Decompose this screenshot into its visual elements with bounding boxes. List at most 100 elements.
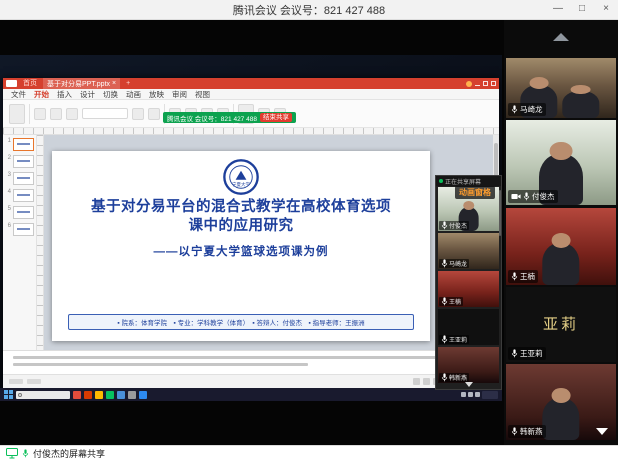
view-normal-icon (413, 378, 420, 385)
paste-icon (9, 104, 25, 124)
participant-sidebar: 马崎龙 付俊杰 王楠 亚莉 (504, 20, 618, 445)
bottom-status-bar: 付俊杰的屏幕共享 (0, 445, 618, 460)
meeting-window: 腾讯会议 会议号：821 427 488 — □ × 首页 基于对分易PPT.p… (0, 0, 618, 460)
slide-preview (13, 155, 34, 168)
wps-menu-insert: 插入 (57, 89, 72, 100)
slide-thumbnail: 5 (5, 206, 34, 219)
overlay-video-tile: 马崎龙 (438, 233, 499, 269)
windows-start-icon (4, 390, 13, 399)
toolbar-icon (50, 108, 62, 120)
floating-meeting-panel: 正在共享屏幕 付俊杰 马崎龙 (435, 175, 502, 390)
camera-icon (511, 193, 521, 200)
overlay-video-tile: 王楠 (438, 271, 499, 307)
wps-minimize-icon (475, 85, 480, 86)
slide-number: 5 (5, 206, 11, 212)
participant-name-label: 韩新燕 (508, 425, 546, 438)
scroll-down-arrow[interactable] (596, 428, 608, 435)
participant-tile-wangnan[interactable]: 王楠 (506, 208, 616, 285)
search-icon (18, 393, 22, 397)
stop-sharing-button: 结束共享 (260, 113, 292, 122)
taskbar-app-icon (117, 391, 125, 399)
slide-preview (13, 138, 34, 151)
floating-panel-header: 正在共享屏幕 (436, 176, 501, 186)
status-language (27, 379, 41, 384)
wps-user-avatar (466, 81, 472, 87)
slide-preview (13, 172, 34, 185)
slide-thumbnail: 6 (5, 223, 34, 236)
overlay-video-tile: 韩新燕 (438, 347, 499, 383)
vertical-ruler (37, 135, 44, 350)
participant-tile-hanxinyan[interactable]: 韩新燕 (506, 364, 616, 440)
taskbar-app-icon (73, 391, 81, 399)
participant-name-label: 王亚莉 (508, 347, 546, 360)
maximize-button[interactable]: □ (570, 0, 594, 19)
tray-clock (482, 391, 498, 399)
wps-document-tab-title: 基于对分易PPT.pptx (47, 79, 110, 89)
participant-silhouette (542, 398, 579, 440)
overlay-scrollbar (499, 190, 501, 236)
overlay-name-label: 付俊杰 (439, 221, 469, 230)
slide-thumbnail: 2 (5, 155, 34, 168)
toolbar-divider (29, 104, 30, 124)
slide-thumbnail-panel: 1 2 3 4 (3, 135, 37, 350)
participant-tile-fujunjie[interactable]: 付俊杰 (506, 120, 616, 205)
font-name-box (82, 108, 128, 119)
meeting-main-area: 首页 基于对分易PPT.pptx × + 文件 开始 (0, 20, 618, 445)
participant-tile-wangyali[interactable]: 亚莉 王亚莉 (506, 287, 616, 362)
close-button[interactable]: × (594, 0, 618, 19)
slide-subtitle: ——以宁夏大学篮球选项课为例 (52, 243, 430, 259)
slide-thumbnail: 3 (5, 172, 34, 185)
wps-status-bar (3, 374, 499, 388)
wps-document-tab-close-icon: × (112, 80, 116, 87)
speaker-notes-pane (3, 350, 499, 374)
mic-icon (511, 427, 518, 436)
participant-name-label: 马崎龙 (508, 103, 546, 116)
wps-menu-bar: 文件 开始 插入 设计 切换 动画 放映 审阅 视图 (3, 89, 499, 100)
window-titlebar: 腾讯会议 会议号：821 427 488 — □ × (0, 0, 618, 20)
taskbar-app-icon (139, 391, 147, 399)
toolbar-icon (66, 108, 78, 120)
taskbar-app-icon (106, 391, 114, 399)
taskbar-app-icon (95, 391, 103, 399)
wps-titlebar: 首页 基于对分易PPT.pptx × + (3, 78, 499, 89)
slide-number: 4 (5, 189, 11, 195)
mic-icon (441, 373, 448, 382)
shared-screen-video: 首页 基于对分易PPT.pptx × + 文件 开始 (0, 55, 502, 401)
participant-tile-maqilong[interactable]: 马崎龙 (506, 58, 616, 118)
slide-thumbnail: 1 (5, 138, 34, 151)
tray-input-icon (475, 392, 480, 397)
slide-title-line1: 基于对分易平台的混合式教学在高校体育选项 (52, 198, 430, 217)
overlay-name-label: 王楠 (439, 297, 463, 306)
wps-logo-icon (6, 80, 17, 87)
wps-menu-view: 视图 (195, 89, 210, 100)
minimize-button[interactable]: — (546, 0, 570, 19)
sharing-indicator-icon (439, 179, 443, 183)
university-logo: 宁夏大学 (223, 159, 259, 195)
toolbar-icon (132, 108, 144, 120)
slide-preview (13, 206, 34, 219)
overlay-name-label: 马崎龙 (439, 259, 469, 268)
mic-icon (511, 105, 518, 114)
shared-desktop-taskbar (0, 388, 502, 401)
current-slide: 宁夏大学 基于对分易平台的混合式教学在高校体育选项 课中的应用研究 ——以宁夏大… (52, 151, 430, 341)
wps-menu-animation: 动画 (126, 89, 141, 100)
toolbar-icon (148, 108, 160, 120)
wps-close-icon (491, 81, 496, 86)
mic-icon (441, 335, 448, 344)
overlay-video-tile: 王亚莉 (438, 309, 499, 345)
view-sorter-icon (423, 378, 430, 385)
slide-preview (13, 223, 34, 236)
mic-icon (523, 192, 530, 201)
slide-number: 2 (5, 155, 11, 161)
mic-icon (441, 297, 448, 306)
slide-number: 1 (5, 138, 11, 144)
sharing-status-pill: 腾讯会议 会议号：821 427 488 结束共享 (163, 112, 296, 123)
wps-maximize-icon (483, 81, 488, 86)
mic-icon (441, 259, 448, 268)
mic-icon (441, 221, 448, 230)
scroll-up-arrow[interactable] (553, 33, 569, 41)
wps-menu-home: 开始 (34, 89, 49, 100)
share-status-text: 付俊杰的屏幕共享 (33, 447, 105, 460)
presenter-mic-icon (22, 449, 29, 458)
wps-home-tab: 首页 (20, 78, 40, 89)
